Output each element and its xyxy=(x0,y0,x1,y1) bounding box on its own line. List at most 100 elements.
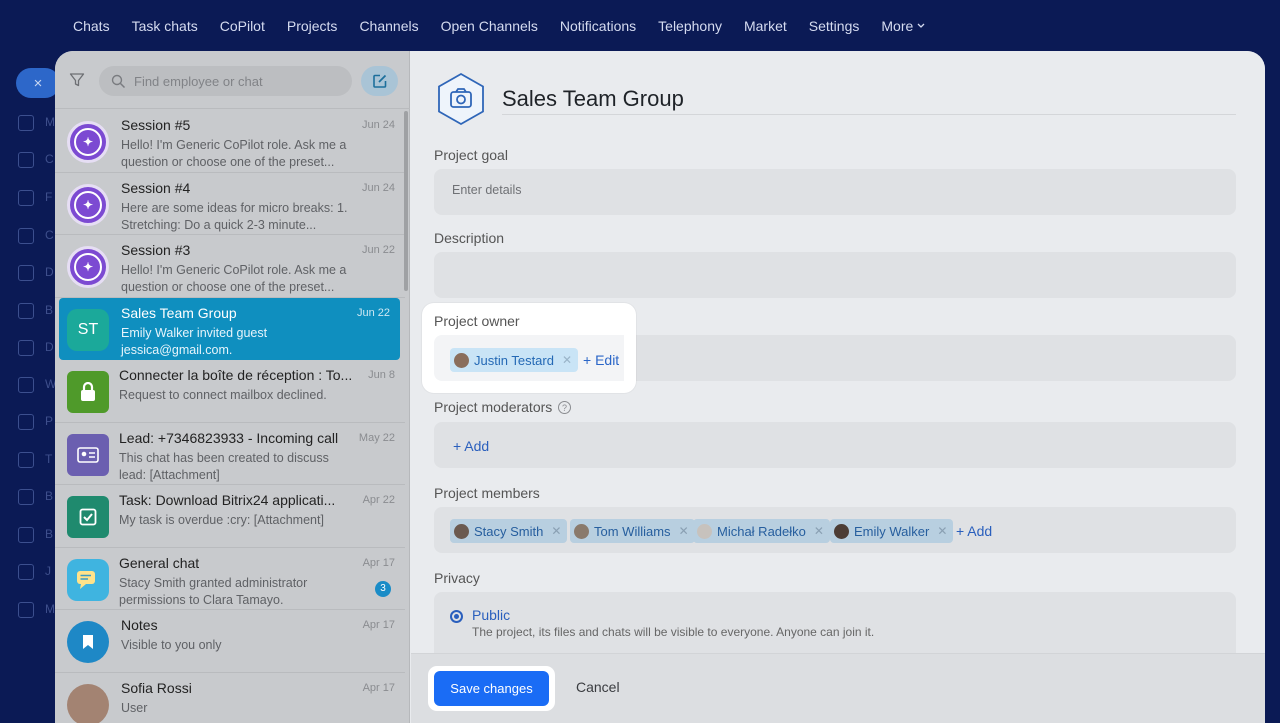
chat-preview: User xyxy=(121,700,148,715)
remove-icon[interactable]: ✕ xyxy=(679,524,689,538)
project-goal-field[interactable] xyxy=(434,169,1236,215)
sidebar-letter: J xyxy=(45,564,51,578)
owner-chip[interactable]: Justin Testard ✕ xyxy=(450,348,579,372)
search-icon xyxy=(111,74,126,88)
unread-badge: 3 xyxy=(375,580,391,597)
nav-open-channels[interactable]: Open Channels xyxy=(441,18,538,34)
chat-item-sales-team-group[interactable]: ST Sales Team Group Jun 22 Emily Walker … xyxy=(59,297,400,360)
remove-icon[interactable]: ✕ xyxy=(551,524,561,538)
project-title[interactable]: Sales Team Group xyxy=(502,86,684,112)
save-button-highlight: Save changes xyxy=(428,666,555,711)
chat-date: Jun 8 xyxy=(368,369,395,381)
chat-item-task[interactable]: Task: Download Bitrix24 applicati... Apr… xyxy=(55,485,405,548)
chat-date: Apr 17 xyxy=(362,681,395,694)
privacy-option-name[interactable]: Public xyxy=(472,607,510,623)
task-icon xyxy=(67,496,109,538)
chat-list-scrollbar[interactable] xyxy=(404,111,408,291)
tasks-icon[interactable] xyxy=(18,452,34,468)
chat-item-general[interactable]: General chat Apr 17 Stacy Smith granted … xyxy=(55,548,405,610)
calendar-icon[interactable] xyxy=(18,228,34,244)
nav-market[interactable]: Market xyxy=(744,18,787,34)
new-chat-button[interactable] xyxy=(361,66,398,96)
description-field[interactable] xyxy=(434,252,1236,298)
add-moderator-link[interactable]: + Add xyxy=(453,438,489,454)
member-chip[interactable]: Stacy Smith ✕ xyxy=(450,519,568,543)
avatar xyxy=(834,523,849,539)
chat-date: Apr 17 xyxy=(362,556,395,569)
chat-title: Lead: +7346823933 - Incoming call xyxy=(119,429,339,446)
chat-title: Sofia Rossi xyxy=(121,679,192,696)
members-label: Project members xyxy=(434,485,540,501)
nav-more[interactable]: More xyxy=(881,18,925,34)
messenger-icon[interactable] xyxy=(18,115,34,131)
nav-projects[interactable]: Projects xyxy=(287,18,338,34)
member-name: Emily Walker xyxy=(854,523,930,539)
group-avatar: ST xyxy=(67,308,109,351)
avatar xyxy=(454,352,469,368)
chat-title: Task: Download Bitrix24 applicati... xyxy=(119,492,336,508)
project-goal-input[interactable] xyxy=(452,183,1152,197)
member-chip[interactable]: Emily Walker ✕ xyxy=(830,519,954,543)
chat-preview: Stacy Smith granted administrator permis… xyxy=(119,575,308,607)
lock-icon xyxy=(67,371,109,413)
nav-settings[interactable]: Settings xyxy=(809,18,860,34)
copilot-icon[interactable] xyxy=(18,152,34,168)
chat-item-session-3[interactable]: ✦ Session #3 Jun 22 Hello! I'm Generic C… xyxy=(55,235,405,298)
moderators-field[interactable]: + Add xyxy=(434,422,1236,468)
filter-icon[interactable] xyxy=(69,72,85,88)
members-field[interactable]: Stacy Smith ✕ Tom Williams ✕ Michał Rade… xyxy=(434,507,1236,553)
projects-icon[interactable] xyxy=(18,414,34,430)
chat-item-lead[interactable]: Lead: +7346823933 - Incoming call May 22… xyxy=(55,423,405,485)
search-input[interactable] xyxy=(134,73,334,89)
edit-owner-link[interactable]: + Edit xyxy=(583,352,619,368)
chat-item-mailbox[interactable]: Connecter la boîte de réception : To... … xyxy=(55,360,405,423)
copilot-avatar: ✦ xyxy=(67,183,109,226)
sidebar-letter: M xyxy=(45,115,55,129)
bookmark-icon xyxy=(67,621,109,663)
close-slider-button[interactable]: × xyxy=(16,68,60,98)
chat-title: General chat xyxy=(119,554,200,571)
help-icon[interactable]: ? xyxy=(558,401,571,414)
nav-more-label: More xyxy=(881,18,914,34)
chat-date: May 22 xyxy=(358,431,395,444)
chat-item-sofia-rossi[interactable]: Sofia Rossi Apr 17 User xyxy=(55,673,405,723)
chat-item-session-4[interactable]: ✦ Session #4 Jun 24 Here are some ideas … xyxy=(55,173,405,235)
member-chip[interactable]: Michał Radełko ✕ xyxy=(693,519,830,543)
chat-date: Jun 24 xyxy=(361,181,395,194)
remove-icon[interactable]: ✕ xyxy=(562,353,572,367)
crm-icon[interactable] xyxy=(18,489,34,505)
remove-icon[interactable]: ✕ xyxy=(814,524,824,538)
search-box[interactable] xyxy=(99,66,352,96)
mail-icon[interactable] xyxy=(18,377,34,393)
description-label: Description xyxy=(434,230,505,246)
avatar xyxy=(697,523,712,539)
cancel-button[interactable]: Cancel xyxy=(576,679,620,695)
privacy-radio-public[interactable] xyxy=(450,610,463,623)
add-member-link[interactable]: + Add xyxy=(956,523,992,539)
nav-copilot[interactable]: CoPilot xyxy=(220,18,265,34)
nav-chats[interactable]: Chats xyxy=(73,18,110,34)
boards-icon[interactable] xyxy=(18,303,34,319)
nav-task-chats[interactable]: Task chats xyxy=(132,18,198,34)
nav-channels[interactable]: Channels xyxy=(359,18,418,34)
remove-icon[interactable]: ✕ xyxy=(937,524,947,538)
booking-icon[interactable] xyxy=(18,527,34,543)
drive-icon[interactable] xyxy=(18,340,34,356)
project-owner-field[interactable]: Justin Testard ✕ + Edit xyxy=(434,335,624,381)
copilot-icon: ✦ xyxy=(74,190,102,219)
save-changes-button[interactable]: Save changes xyxy=(434,671,549,706)
member-name: Stacy Smith xyxy=(474,523,544,539)
documents-icon[interactable] xyxy=(18,265,34,281)
member-name: Michał Radełko xyxy=(717,523,806,539)
nav-notifications[interactable]: Notifications xyxy=(560,18,636,34)
sidebar-letter: D xyxy=(45,340,54,354)
moderators-label: Project moderators xyxy=(434,399,553,415)
chat-item-session-5[interactable]: ✦ Session #5 Jun 24 Hello! I'm Generic C… xyxy=(55,110,405,173)
camera-icon[interactable] xyxy=(433,71,489,127)
market-icon[interactable] xyxy=(18,602,34,618)
jobs-icon[interactable] xyxy=(18,564,34,580)
feed-icon[interactable] xyxy=(18,190,34,206)
member-chip[interactable]: Tom Williams ✕ xyxy=(570,519,695,543)
nav-telephony[interactable]: Telephony xyxy=(658,18,722,34)
chat-item-notes[interactable]: Notes Apr 17 Visible to you only xyxy=(55,610,405,673)
